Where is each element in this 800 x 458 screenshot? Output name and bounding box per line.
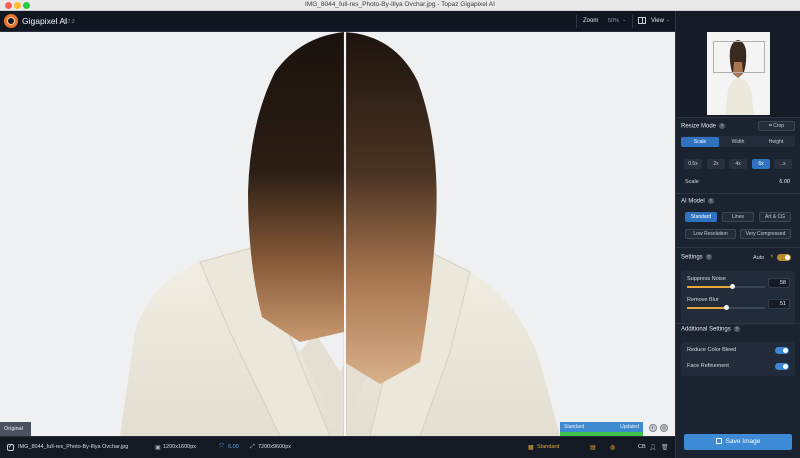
window-title: IMG_8044_full-res_Photo-By-Illya Ovchar.… bbox=[305, 1, 495, 8]
model-icon: ▦ bbox=[528, 445, 534, 451]
app-header: Gigapixel AI v5.7.2 Zoom 50% ⌄ View ⌄ bbox=[0, 11, 675, 32]
scale-value[interactable]: 6.00 bbox=[779, 179, 790, 185]
remove-blur-label: Remove Blur bbox=[687, 297, 719, 303]
suppress-noise-fill bbox=[687, 286, 733, 288]
header-divider bbox=[632, 15, 633, 28]
auto-toggle[interactable] bbox=[777, 254, 791, 261]
resize-mode-title: Resize Mode? bbox=[681, 123, 726, 130]
save-image-button[interactable]: Save Image bbox=[684, 434, 792, 450]
remove-blur-input[interactable]: 51 bbox=[768, 299, 790, 309]
remove-blur-fill bbox=[687, 307, 727, 309]
face-icon[interactable]: ◍ bbox=[610, 444, 615, 451]
file-name: IMG_8044_full-res_Photo-By-Illya Ovchar.… bbox=[18, 444, 129, 450]
settings-card: Suppress Noise 58 Remove Blur 51 bbox=[681, 271, 795, 325]
header-divider bbox=[576, 15, 577, 28]
tab-scale[interactable]: Scale bbox=[681, 137, 719, 147]
status-model: Standard bbox=[564, 424, 585, 430]
gigapixel-logo-icon bbox=[4, 14, 18, 28]
zoom-label: Zoom bbox=[583, 18, 599, 24]
trash-icon[interactable]: 🗑︎ bbox=[661, 444, 669, 451]
model-low-resolution[interactable]: Low Resolution bbox=[685, 229, 736, 239]
scale-option-custom[interactable]: ..x bbox=[774, 159, 792, 169]
model-name: Standard bbox=[537, 444, 560, 450]
save-icon bbox=[715, 438, 722, 444]
status-state: Updated bbox=[620, 424, 639, 430]
suppress-noise-slider[interactable] bbox=[687, 284, 765, 289]
section-divider bbox=[676, 323, 800, 324]
view-button[interactable]: View ⌄ bbox=[638, 16, 672, 27]
settings-title: Settings? bbox=[681, 254, 712, 261]
scale-option-4x[interactable]: 4x bbox=[729, 159, 747, 169]
tab-width[interactable]: Width bbox=[719, 137, 757, 147]
additional-settings-title: Additional Settings? bbox=[681, 326, 740, 333]
lightning-icon: ⚡︎ bbox=[770, 254, 774, 260]
reduce-color-bleed-label: Reduce Color Bleed bbox=[687, 347, 737, 353]
before-after-divider[interactable] bbox=[344, 32, 346, 436]
scale-icon: ⤧ bbox=[219, 444, 224, 450]
auto-label: Auto bbox=[753, 255, 765, 261]
remove-blur-handle[interactable] bbox=[724, 305, 730, 310]
scale-label: Scale bbox=[685, 179, 699, 185]
file-list-row[interactable]: ✓ IMG_8044_full-res_Photo-By-Illya Ovcha… bbox=[0, 436, 675, 458]
scale-option-6x[interactable]: 6x bbox=[752, 159, 770, 169]
window-titlebar: IMG_8044_full-res_Photo-By-Illya Ovchar.… bbox=[0, 0, 800, 11]
scale-option-2x[interactable]: 2x bbox=[707, 159, 725, 169]
suppress-noise-input[interactable]: 58 bbox=[768, 278, 790, 288]
face-refinement-label: Face Refinement bbox=[687, 363, 729, 369]
tab-height[interactable]: Height bbox=[757, 137, 795, 147]
zoom-dropdown[interactable]: 50% bbox=[608, 18, 619, 24]
split-view-icon bbox=[638, 17, 646, 24]
scale-option-0-5x[interactable]: 0.5x bbox=[684, 159, 702, 169]
person-icon[interactable]: 👤︎ bbox=[649, 444, 657, 451]
model-lines[interactable]: Lines bbox=[722, 212, 754, 222]
suppress-noise-label: Suppress Noise bbox=[687, 276, 726, 282]
viewport-frame[interactable] bbox=[713, 41, 765, 73]
format-label: CB bbox=[638, 444, 646, 450]
image-preview-canvas[interactable]: Original Standard Updated ◐ ◎ bbox=[0, 32, 675, 436]
info-icon[interactable]: ? bbox=[707, 198, 714, 204]
chevron-down-icon[interactable]: ⌄ bbox=[622, 17, 626, 23]
view-label: View bbox=[651, 18, 664, 24]
processing-status: Standard Updated bbox=[560, 422, 643, 432]
preview-toggle-icon[interactable]: ◎ bbox=[660, 424, 668, 432]
file-checkbox[interactable]: ✓ bbox=[7, 444, 14, 451]
suppress-noise-handle[interactable] bbox=[729, 284, 735, 289]
app-version: v5.7.2 bbox=[61, 19, 75, 25]
ai-model-title: AI Model? bbox=[681, 198, 714, 205]
chevron-down-icon: ⌄ bbox=[666, 17, 671, 23]
reduce-color-bleed-toggle[interactable] bbox=[775, 347, 789, 354]
face-refinement-toggle[interactable] bbox=[775, 363, 789, 370]
settings-icon[interactable]: ▤ bbox=[590, 444, 596, 451]
output-scale: 6.00 bbox=[228, 444, 239, 450]
additional-settings-card: Reduce Color Bleed Face Refinement bbox=[681, 342, 795, 376]
navigator-thumbnail[interactable] bbox=[707, 32, 770, 115]
photo-preview bbox=[0, 32, 675, 436]
info-icon[interactable]: ? bbox=[705, 254, 712, 260]
navigator bbox=[676, 11, 800, 118]
output-size-icon: ⤢ bbox=[250, 444, 255, 450]
info-icon[interactable]: ? bbox=[733, 326, 740, 332]
info-icon[interactable]: ? bbox=[719, 123, 726, 129]
model-art-cg[interactable]: Art & CG bbox=[759, 212, 791, 222]
remove-blur-slider[interactable] bbox=[687, 305, 765, 310]
model-very-compressed[interactable]: Very Compressed bbox=[740, 229, 791, 239]
output-size: 7200x9600px bbox=[258, 444, 292, 450]
settings-panel: Resize Mode? ⌗ Crop Scale Width Height 0… bbox=[675, 11, 800, 458]
section-divider bbox=[676, 247, 800, 248]
section-divider bbox=[676, 193, 800, 194]
crop-button[interactable]: ⌗ Crop bbox=[758, 121, 795, 131]
model-standard[interactable]: Standard bbox=[685, 212, 717, 222]
original-label: Original bbox=[0, 422, 31, 436]
input-size: 1200x1600px bbox=[163, 444, 197, 450]
compare-icon[interactable]: ◐ bbox=[649, 424, 657, 432]
image-size-icon: ▣ bbox=[155, 445, 161, 451]
